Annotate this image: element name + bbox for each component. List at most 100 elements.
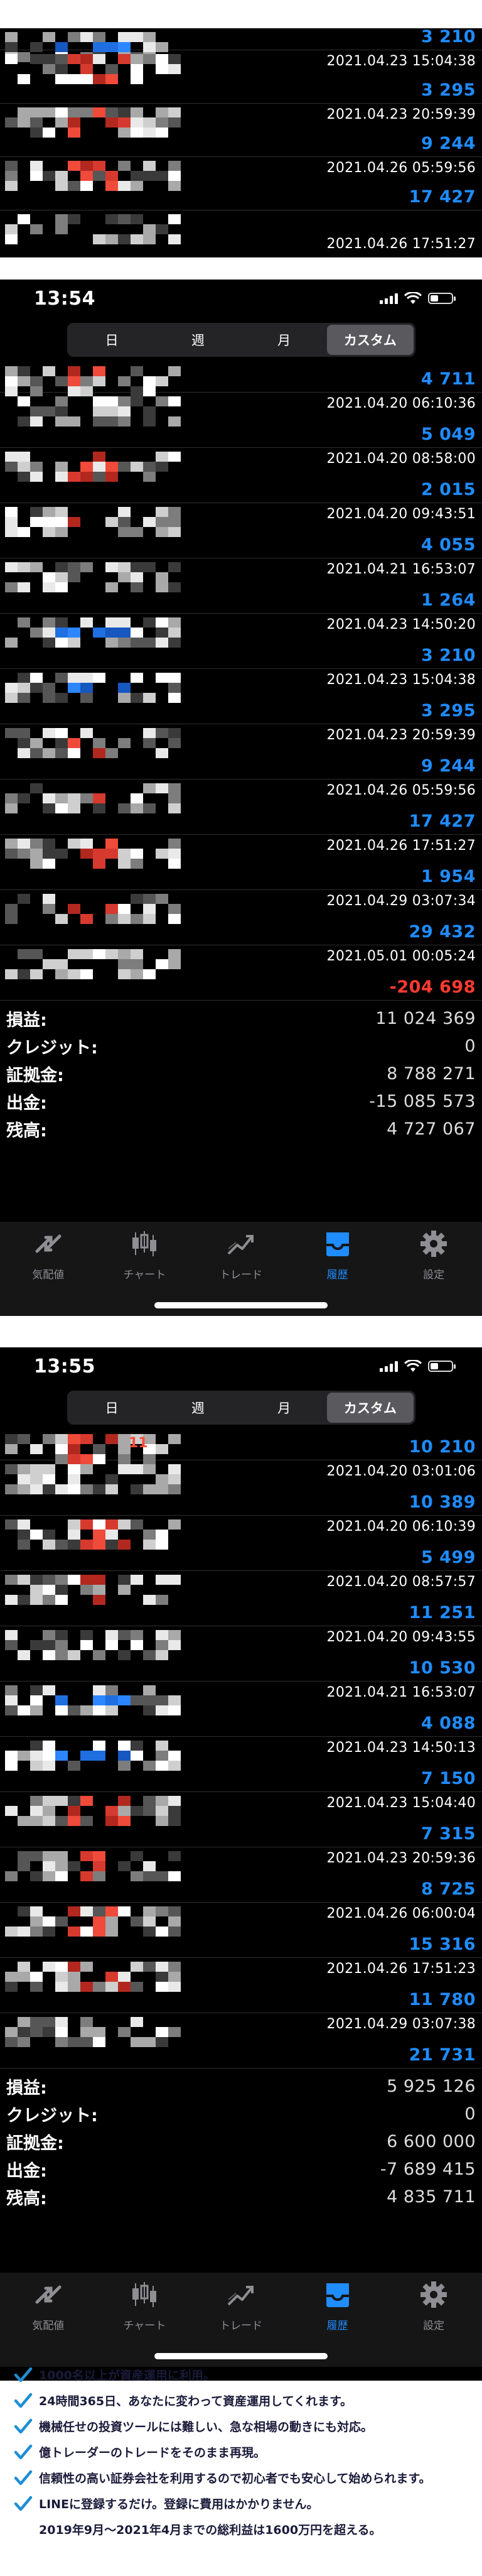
redacted-symbol-pixels	[0, 448, 188, 503]
deal-row[interactable]: 4 711	[0, 362, 482, 396]
deal-row[interactable]: 2021.04.26 05:59:56 17 427	[0, 780, 482, 835]
redacted-symbol-pixels	[0, 1626, 188, 1681]
summary-label: クレジット:	[6, 2106, 98, 2126]
deal-date: 2021.04.20 06:10:39	[326, 1519, 476, 1535]
quotes-icon	[32, 2280, 65, 2313]
segment-label: 日	[105, 333, 119, 348]
feature-item: 信頼性の高い証券会社を利用するので初心者でも安心して始められます。	[14, 2465, 468, 2491]
deal-row[interactable]: 2021.04.20 06:10:36 5 049	[0, 393, 482, 448]
deal-profit: 15 316	[409, 1935, 476, 1954]
check-icon	[14, 2366, 33, 2384]
deal-profit: 17 427	[409, 812, 476, 831]
summary-value: 8 788 271	[387, 1063, 476, 1084]
deal-row[interactable]: 2021.04.26 17:51:27	[0, 210, 482, 258]
tab-chart[interactable]: チャート	[97, 1226, 193, 1285]
deal-date: 2021.04.20 03:01:06	[326, 1464, 476, 1479]
segment-day[interactable]: 日	[69, 1393, 155, 1423]
screen-1: 13:54 日 週 月 カスタム 4 711 2021.04.20 06:10:36 5 …	[0, 280, 482, 1316]
status-time: 13:55	[34, 1355, 95, 1378]
deal-row[interactable]: 2021.05.01 00:05:24 -204 698	[0, 945, 482, 1001]
redacted-symbol-pixels	[0, 835, 188, 889]
deal-row[interactable]: 2021.04.21 16:53:07 4 088	[0, 1682, 482, 1737]
feature-item: 億トレーダーのトレードをそのまま再現。	[14, 2439, 468, 2465]
segment-week[interactable]: 週	[155, 325, 241, 355]
deal-row[interactable]: 3 210	[0, 28, 482, 62]
signal-icon	[380, 293, 398, 304]
deal-row[interactable]: 2021.04.20 03:01:06 10 389	[0, 1460, 482, 1516]
tab-chart[interactable]: チャート	[97, 2276, 193, 2335]
deal-row[interactable]: 2021.04.23 20:59:36 8 725	[0, 1847, 482, 1903]
strip-rows: 3 210 2021.04.23 15:04:38 3 295 2021.04.23 …	[0, 28, 482, 258]
quotes-icon	[32, 1229, 65, 1262]
deal-row[interactable]: 2021.04.23 15:04:38 3 295	[0, 669, 482, 724]
deal-row[interactable]: 2021.04.23 20:59:39 9 244	[0, 104, 482, 157]
segment-custom[interactable]: カスタム	[327, 325, 414, 355]
deal-profit: 4 088	[420, 1714, 476, 1733]
deal-row[interactable]: 2021.04.23 15:04:38 3 295	[0, 50, 482, 104]
deal-row[interactable]: 2021.04.26 06:00:04 15 316	[0, 1903, 482, 1958]
feature-item: 2019年9月〜2021年4月までの総利益は1600万円を超える。	[14, 2516, 468, 2542]
settings-icon	[417, 1229, 450, 1262]
deal-date: 2021.04.26 17:51:27	[326, 236, 476, 252]
deal-row[interactable]: 2021.04.20 08:58:00 2 015	[0, 448, 482, 503]
redacted-symbol-pixels	[0, 558, 188, 613]
segment-label: カスタム	[343, 333, 397, 348]
deal-row[interactable]: 2021.04.23 14:50:20 3 210	[0, 614, 482, 669]
deal-row[interactable]: 2021.04.21 16:53:07 1 264	[0, 558, 482, 614]
deal-row[interactable]: 2021.04.20 06:10:39 5 499	[0, 1516, 482, 1571]
summary-row: 残高: 4 727 067	[6, 1115, 476, 1143]
tab-trade[interactable]: トレード	[193, 2276, 289, 2335]
deal-row[interactable]: 2021.04.29 03:07:34 29 432	[0, 890, 482, 945]
summary-value: 4 727 067	[387, 1119, 476, 1139]
segment-day[interactable]: 日	[69, 325, 155, 355]
deal-row[interactable]: 2021.04.20 08:57:57 11 251	[0, 1571, 482, 1626]
deal-row[interactable]: 2021.04.23 14:50:13 7 150	[0, 1737, 482, 1792]
tab-history[interactable]: 履歴	[289, 2276, 386, 2335]
trade-icon	[225, 1229, 257, 1262]
deal-row[interactable]: 2021.04.20 09:43:55 10 530	[0, 1626, 482, 1682]
deal-row[interactable]: 2021.04.29 03:07:38 21 731	[0, 2013, 482, 2068]
deal-row[interactable]: 2021.04.26 17:51:23 11 780	[0, 1958, 482, 2013]
settings-icon	[417, 2280, 450, 2313]
tab-history[interactable]: 履歴	[289, 1226, 386, 1285]
tab-settings[interactable]: 設定	[385, 1226, 482, 1285]
deal-date: 2021.04.26 05:59:56	[326, 160, 476, 176]
tab-trade[interactable]: トレード	[193, 1226, 289, 1285]
redacted-symbol-pixels	[0, 157, 188, 210]
redacted-symbol-pixels	[0, 669, 188, 724]
summary-row: 証拠金: 8 788 271	[6, 1060, 476, 1087]
top-history-strip: 3 210 2021.04.23 15:04:38 3 295 2021.04.23 …	[0, 28, 482, 258]
summary-value: -7 689 415	[380, 2159, 476, 2179]
segment-month[interactable]: 月	[241, 1393, 327, 1423]
segment-month[interactable]: 月	[241, 325, 327, 355]
deal-row[interactable]: 2021.04.23 20:59:39 9 244	[0, 724, 482, 780]
deal-row[interactable]: 2021.04.26 05:59:56 17 427	[0, 157, 482, 210]
deal-profit: 9 244	[420, 756, 476, 776]
tab-settings[interactable]: 設定	[385, 2276, 482, 2335]
deal-profit: 5 499	[420, 1548, 476, 1567]
deal-date: 2021.04.29 03:07:34	[326, 893, 476, 909]
deal-row[interactable]: 2021.04.20 09:43:51 4 055	[0, 503, 482, 558]
tab-quotes[interactable]: 気配値	[0, 1226, 97, 1285]
summary-label: 証拠金:	[6, 1065, 64, 1085]
row-tag-number: 11	[129, 1435, 148, 1451]
deal-row[interactable]: 2021.04.23 15:04:40 7 315	[0, 1792, 482, 1847]
deal-date: 2021.04.23 20:59:39	[326, 107, 476, 122]
status-time: 13:54	[34, 287, 95, 310]
deal-profit: 21 731	[409, 2045, 476, 2065]
deal-profit: 17 427	[409, 187, 476, 207]
deal-row[interactable]: 11 10 210	[0, 1430, 482, 1464]
redacted-symbol-pixels	[0, 614, 188, 668]
wifi-icon	[404, 1360, 422, 1372]
redacted-symbol-pixels	[0, 50, 188, 103]
deal-list: 11 10 210 2021.04.20 03:01:06 10 389 2021.04…	[0, 1430, 482, 2068]
deal-profit: 10 210	[409, 1437, 476, 1457]
period-segmented-control-wrap: 日 週 月 カスタム	[0, 317, 482, 362]
segment-week[interactable]: 週	[155, 1393, 241, 1423]
deal-date: 2021.04.20 06:10:36	[326, 396, 476, 411]
feature-list: 1000名以上が資産運用に利用。 24時間365日、あなたに変わって資産運用してく…	[0, 2362, 482, 2542]
tab-quotes[interactable]: 気配値	[0, 2276, 97, 2335]
segment-custom[interactable]: カスタム	[327, 1393, 414, 1423]
deal-row[interactable]: 2021.04.26 17:51:27 1 954	[0, 835, 482, 890]
feature-text: LINEに登録するだけ。登録に費用はかかりません。	[39, 2497, 319, 2511]
